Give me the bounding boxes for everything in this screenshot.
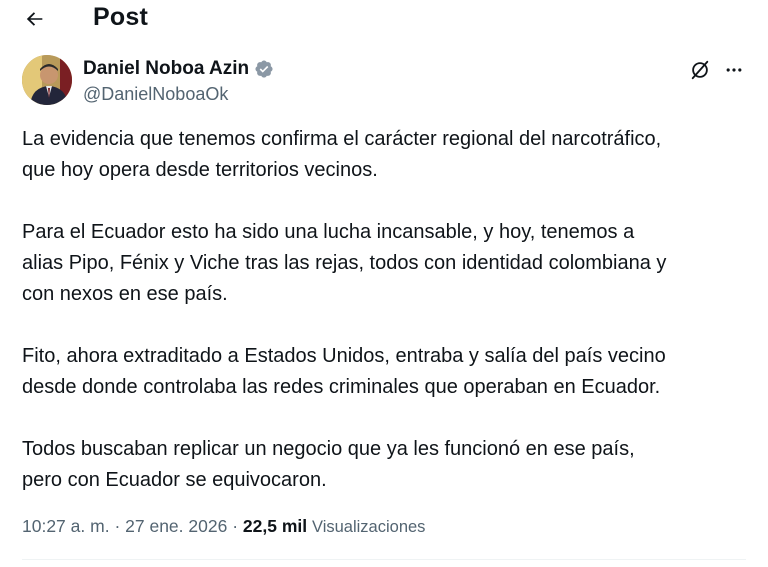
- name-row: Daniel Noboa Azin: [83, 58, 274, 80]
- verified-badge-icon[interactable]: [254, 59, 274, 79]
- more-button[interactable]: [721, 57, 747, 83]
- tweet-line: Para el Ecuador esto ha sido una lucha i…: [22, 221, 635, 243]
- back-button[interactable]: [18, 4, 52, 34]
- views-count[interactable]: 22,5 mil: [243, 516, 307, 536]
- tweet-line: que hoy opera desde territorios vecinos.: [22, 159, 378, 181]
- more-horizontal-icon: [726, 68, 742, 72]
- grok-button[interactable]: [687, 57, 713, 83]
- author-handle[interactable]: @DanielNoboaOk: [83, 84, 228, 105]
- avatar-image: [22, 55, 72, 105]
- arrow-left-icon: [26, 12, 43, 26]
- tweet-line: desde donde controlaba las redes crimina…: [22, 376, 661, 398]
- tweet-line: La evidencia que tenemos confirma el car…: [22, 128, 662, 150]
- tweet-line: con nexos en ese país.: [22, 283, 228, 305]
- avatar[interactable]: [22, 55, 72, 105]
- views-label[interactable]: Visualizaciones: [312, 518, 425, 536]
- tweet-line: alias Pipo, Fénix y Viche tras las rejas…: [22, 252, 667, 274]
- meta-separator: ·: [114, 516, 121, 536]
- post-time[interactable]: 10:27 a. m.: [22, 516, 110, 536]
- tweet-line: Fito, ahora extraditado a Estados Unidos…: [22, 345, 666, 367]
- tweet-paragraph: Para el Ecuador esto ha sido una lucha i…: [22, 217, 762, 310]
- post-meta: 10:27 a. m. · 27 ene. 2026 · 22,5 mil Vi…: [22, 516, 425, 537]
- tweet-paragraph: La evidencia que tenemos confirma el car…: [22, 124, 762, 186]
- page-title: Post: [93, 3, 148, 31]
- tweet-text: La evidencia que tenemos confirma el car…: [22, 124, 762, 527]
- post-date[interactable]: 27 ene. 2026: [125, 516, 227, 536]
- grok-icon: [691, 60, 709, 80]
- tweet-paragraph: Fito, ahora extraditado a Estados Unidos…: [22, 341, 762, 403]
- tweet-paragraph: Todos buscaban replicar un negocio que y…: [22, 434, 762, 496]
- divider: [22, 559, 746, 560]
- top-bar: Post: [0, 0, 768, 38]
- author-name[interactable]: Daniel Noboa Azin: [83, 58, 249, 80]
- tweet-line: Todos buscaban replicar un negocio que y…: [22, 438, 635, 460]
- meta-separator: ·: [232, 516, 239, 536]
- tweet-line: pero con Ecuador se equivocaron.: [22, 469, 327, 491]
